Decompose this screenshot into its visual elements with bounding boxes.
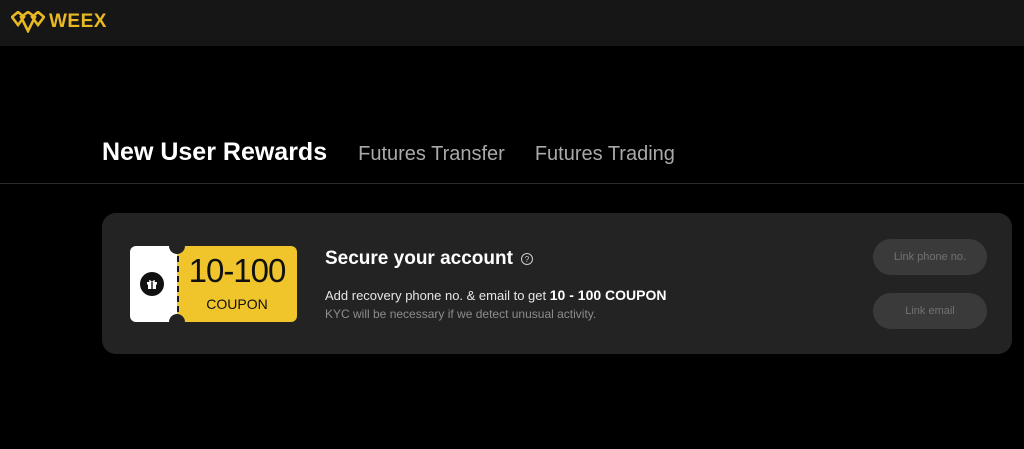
- description-text: Add recovery phone no. & email to get: [325, 288, 547, 303]
- card-description: Add recovery phone no. & email to get 10…: [325, 287, 666, 303]
- weex-logo-icon: [11, 11, 45, 33]
- card-note: KYC will be necessary if we detect unusu…: [325, 307, 597, 321]
- card-title-text: Secure your account: [325, 248, 513, 269]
- coupon-amount: 10-100: [188, 252, 287, 289]
- link-phone-button[interactable]: Link phone no.: [873, 239, 987, 275]
- top-bar: WEEX: [0, 0, 1024, 46]
- tab-new-user-rewards[interactable]: New User Rewards: [102, 138, 327, 167]
- coupon-ticket: 10-100 COUPON: [130, 238, 297, 330]
- ticket-notch-bottom: [169, 314, 185, 330]
- logo[interactable]: WEEX: [11, 11, 107, 33]
- coupon-label: COUPON: [206, 296, 268, 312]
- tab-divider: [0, 183, 1024, 184]
- description-highlight: 10 - 100 COUPON: [549, 287, 667, 303]
- tab-futures-trading[interactable]: Futures Trading: [535, 143, 675, 166]
- tab-futures-transfer[interactable]: Futures Transfer: [358, 143, 505, 166]
- card-title: Secure your account ?: [325, 248, 533, 270]
- logo-text: WEEX: [49, 11, 107, 32]
- link-email-button[interactable]: Link email: [873, 293, 987, 329]
- tab-bar: New User Rewards Futures Transfer Future…: [102, 138, 705, 167]
- reward-card: 10-100 COUPON Secure your account ? Add …: [102, 213, 1012, 354]
- gift-icon: [140, 272, 164, 296]
- help-icon[interactable]: ?: [520, 253, 533, 265]
